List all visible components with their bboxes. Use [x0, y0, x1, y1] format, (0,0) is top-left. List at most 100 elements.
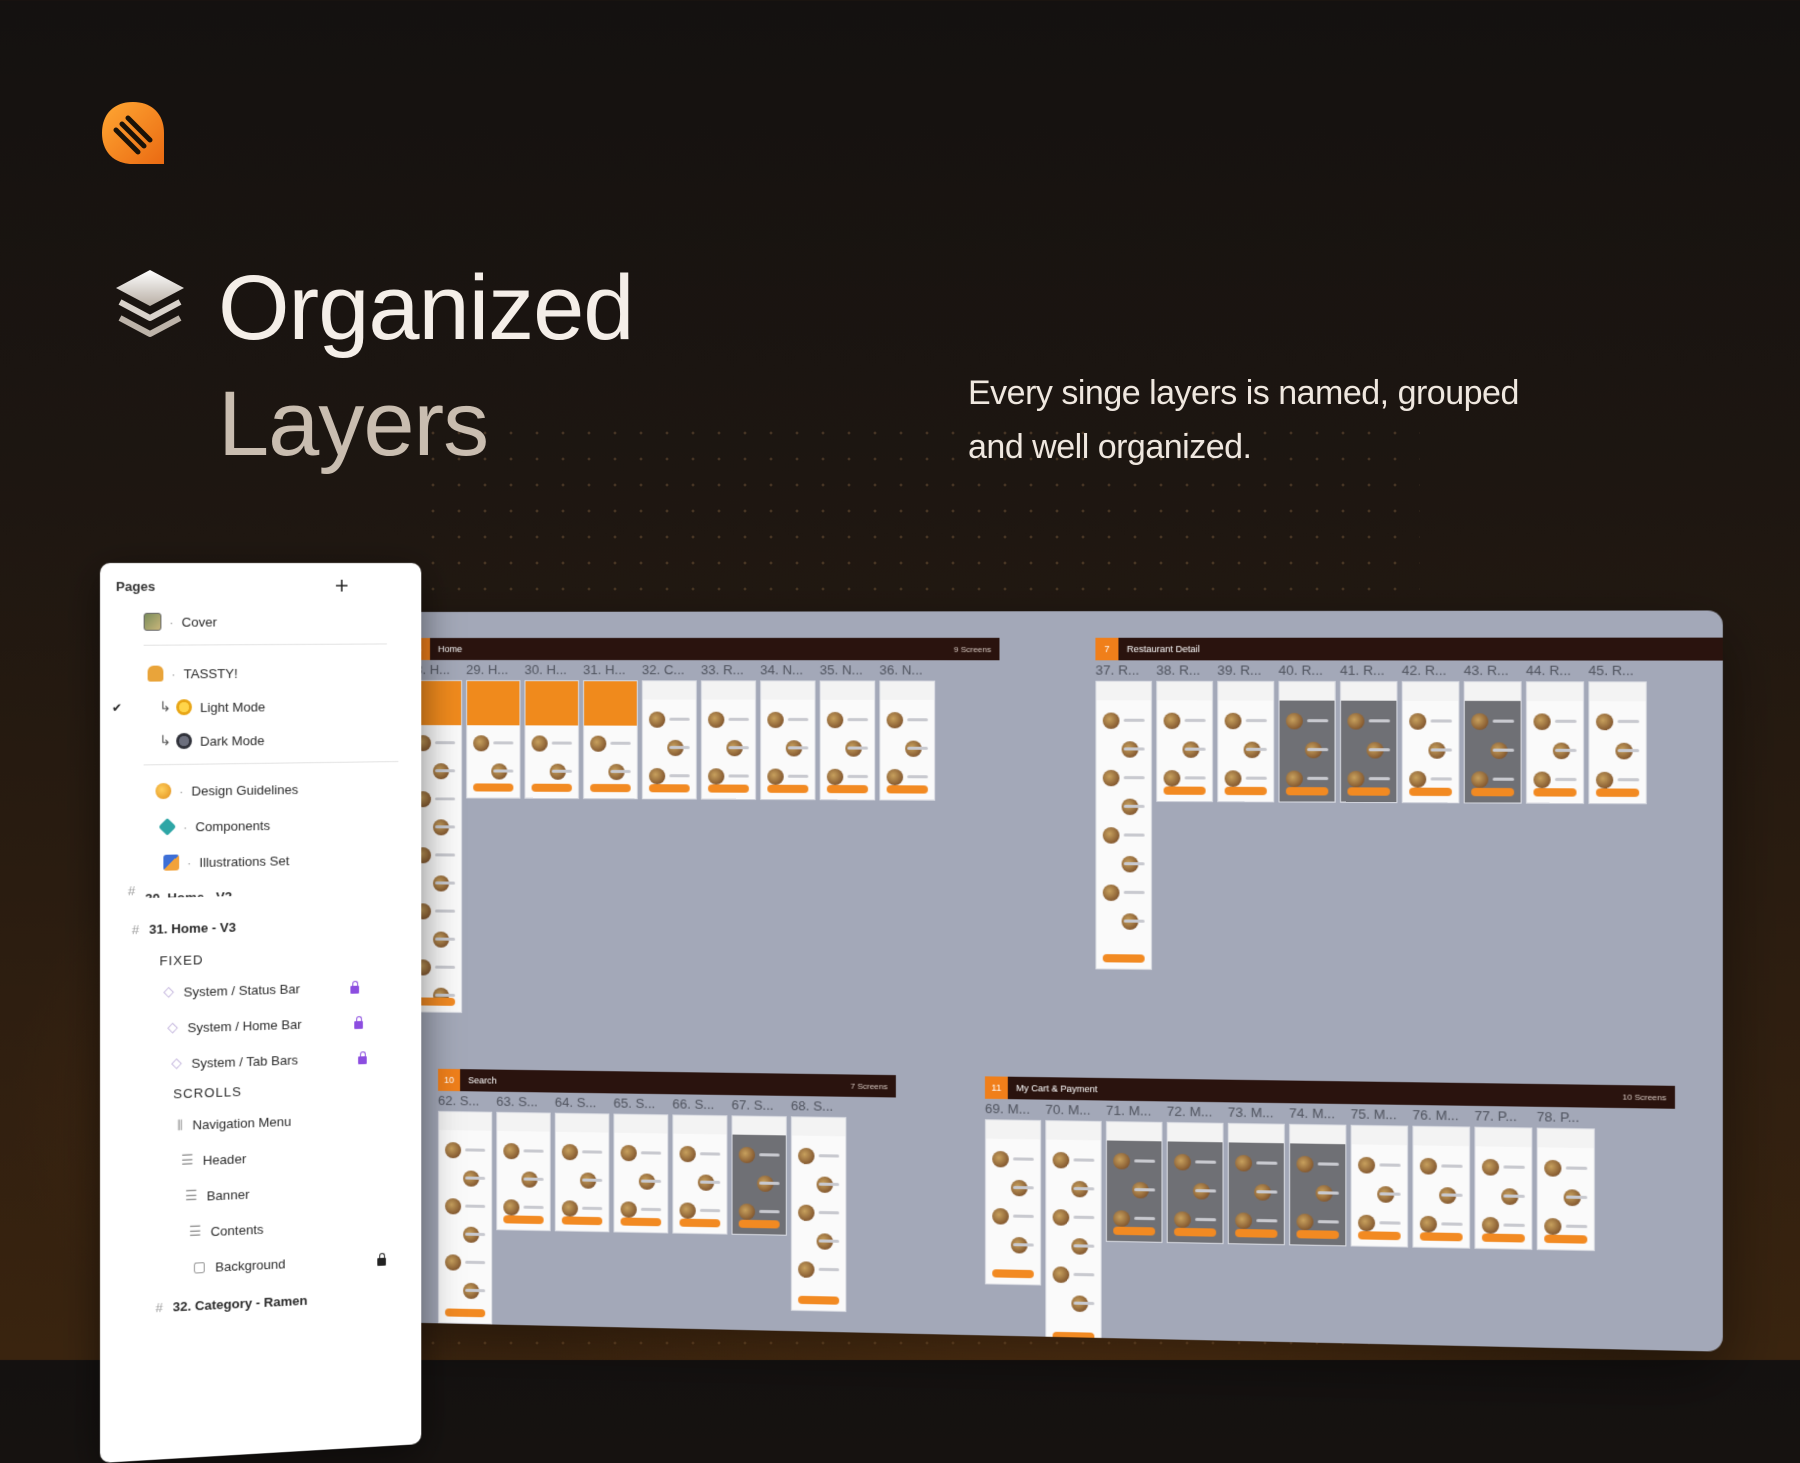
layer-frame-category-ramen[interactable]: # 32. Category - Ramen [100, 1280, 421, 1325]
text-line [1246, 777, 1267, 780]
page-item-light-mode[interactable]: ✔ ↳ Light Mode [100, 690, 421, 723]
screen-thumbnail[interactable] [1106, 1121, 1163, 1243]
frame-label[interactable]: 77. P... [1474, 1108, 1516, 1124]
screen-thumbnail[interactable] [1289, 1124, 1346, 1247]
lock-icon[interactable] [354, 1021, 363, 1029]
screen-thumbnail[interactable] [555, 1113, 610, 1233]
section-number: 10 [438, 1069, 460, 1091]
text-line [728, 718, 748, 721]
frame-label[interactable]: 37. R... [1095, 662, 1139, 677]
lock-icon[interactable] [350, 986, 359, 994]
screen-thumbnail[interactable] [466, 680, 520, 799]
frame-label[interactable]: 35. N... [820, 662, 863, 677]
frame-label[interactable]: 40. R... [1278, 662, 1322, 677]
page-item-label: Illustrations Set [199, 853, 289, 870]
screen-thumbnail[interactable] [1167, 1122, 1224, 1244]
screen-thumbnail[interactable] [732, 1115, 787, 1235]
plus-icon[interactable] [335, 579, 348, 593]
screen-thumbnail[interactable] [760, 680, 815, 800]
frame-label[interactable]: 41. R... [1340, 662, 1385, 678]
screen-thumbnail[interactable] [1340, 681, 1397, 803]
lock-icon[interactable] [377, 1258, 386, 1266]
screen-thumbnail[interactable] [1156, 681, 1213, 802]
screen-thumbnail[interactable] [1217, 681, 1274, 803]
design-canvas[interactable]: 6 Home 9 Screens 28. H...29. H...30. H..… [380, 610, 1723, 1351]
frame-label[interactable]: 45. R... [1588, 663, 1633, 679]
page-item-cover[interactable]: · Cover [100, 606, 421, 637]
frame-label[interactable]: 66. S... [672, 1096, 714, 1112]
screen-thumbnail[interactable] [1588, 681, 1646, 804]
frame-label[interactable]: 67. S... [732, 1097, 774, 1113]
frame-label[interactable]: 38. R... [1156, 662, 1200, 677]
layer-status-bar[interactable]: ◇ System / Status Bar [100, 970, 421, 1009]
page-item-components[interactable]: · Components [100, 808, 421, 843]
screen-thumbnail[interactable] [613, 1114, 668, 1234]
screen-thumbnail[interactable] [438, 1111, 492, 1325]
frame-label[interactable]: 33. R... [701, 662, 744, 677]
frame-label[interactable]: 39. R... [1217, 662, 1261, 677]
page-item-dark-mode[interactable]: ↳ Dark Mode [100, 724, 421, 757]
hero-subtitle: Every singe layers is named, grouped and… [968, 366, 1528, 474]
screen-thumbnail[interactable] [1526, 681, 1584, 804]
frame-label[interactable]: 74. M... [1289, 1105, 1335, 1121]
text-line [669, 774, 689, 777]
cta-button [1225, 787, 1267, 795]
frame-label[interactable]: 42. R... [1402, 663, 1447, 679]
food-thumbnail [1544, 1160, 1561, 1177]
frame-label[interactable]: 76. M... [1412, 1107, 1458, 1123]
frame-label[interactable]: 63. S... [496, 1094, 538, 1110]
screen-thumbnail[interactable] [1095, 681, 1152, 970]
frame-label[interactable]: 73. M... [1228, 1104, 1274, 1120]
screen-thumbnail[interactable] [879, 681, 935, 801]
screen-thumbnail[interactable] [820, 680, 876, 800]
layer-background[interactable]: ▢ Background [100, 1242, 421, 1287]
screen-thumbnail[interactable] [496, 1112, 550, 1231]
screen-thumbnail[interactable] [524, 680, 579, 799]
screen-thumbnail[interactable] [642, 680, 697, 799]
frame-label[interactable]: 30. H... [524, 662, 566, 677]
frame-label[interactable]: 32. C... [642, 662, 685, 677]
frame-label[interactable]: 68. S... [791, 1098, 833, 1114]
frame-label[interactable]: 70. M... [1045, 1102, 1090, 1118]
frame-label[interactable]: 72. M... [1167, 1103, 1213, 1119]
cta-button [680, 1219, 721, 1228]
screen-thumbnail[interactable] [701, 680, 756, 800]
frame-label[interactable]: 43. R... [1464, 663, 1509, 679]
frame-label[interactable]: 64. S... [555, 1095, 597, 1111]
frame-label[interactable]: 75. M... [1351, 1106, 1397, 1122]
screen-thumbnail[interactable] [791, 1116, 846, 1312]
screen-header [467, 681, 519, 725]
frame-label[interactable]: 44. R... [1526, 663, 1571, 679]
frame-label[interactable]: 31. H... [583, 662, 625, 677]
screen-thumbnail[interactable] [1278, 681, 1335, 803]
frame-label[interactable]: 62. S... [438, 1093, 479, 1109]
frame-label[interactable]: 71. M... [1106, 1103, 1151, 1119]
screen-thumbnail[interactable] [1464, 681, 1522, 803]
layer-home-bar[interactable]: ◇ System / Home Bar [100, 1005, 421, 1045]
frame-label[interactable]: 36. N... [879, 662, 922, 677]
section-bar-home[interactable]: 6 Home 9 Screens [408, 638, 999, 660]
frame-label[interactable]: 29. H... [466, 662, 508, 677]
section-bar-restaurant-detail[interactable]: 7 Restaurant Detail [1095, 638, 1722, 661]
screen-thumbnail[interactable] [1412, 1126, 1470, 1249]
page-item-tassty[interactable]: · TASSTY! [100, 657, 421, 689]
screen-thumbnail[interactable] [1537, 1128, 1595, 1252]
page-item-label: Dark Mode [200, 733, 265, 749]
food-thumbnail [1409, 713, 1426, 730]
screen-thumbnail[interactable] [1228, 1123, 1285, 1245]
screen-thumbnail[interactable] [1045, 1120, 1101, 1348]
text-line [1013, 1243, 1034, 1246]
frame-label[interactable]: 78. P... [1537, 1109, 1580, 1125]
screen-thumbnail[interactable] [1351, 1125, 1409, 1248]
screen-thumbnail[interactable] [1474, 1127, 1532, 1250]
screen-thumbnail[interactable] [583, 680, 638, 799]
layer-header[interactable]: ☰ Header [100, 1137, 421, 1179]
screen-thumbnail[interactable] [985, 1119, 1041, 1285]
frame-label[interactable]: 34. N... [760, 662, 803, 677]
screen-thumbnail[interactable] [1402, 681, 1460, 803]
lock-icon[interactable] [358, 1056, 367, 1064]
screen-thumbnail[interactable] [672, 1114, 727, 1234]
frame-label[interactable]: 69. M... [985, 1101, 1030, 1117]
frame-label[interactable]: 65. S... [613, 1095, 655, 1111]
page-item-design-guidelines[interactable]: · Design Guidelines [100, 772, 421, 807]
